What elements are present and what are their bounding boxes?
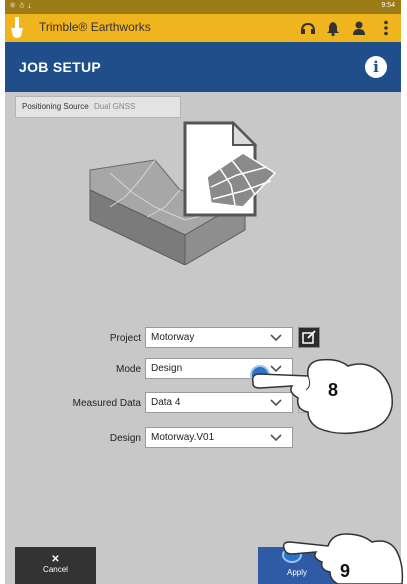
status-icons: ⚛☃↓ [9,1,34,10]
measured-data-label: Measured Data [72,398,141,409]
positioning-source-label: Positioning Source [22,102,89,111]
user-icon[interactable] [350,19,368,37]
measured-data-value: Data 4 [151,397,181,408]
shovel-logo-icon [11,17,23,38]
status-bar: ⚛☃↓ 9:54 [5,0,401,14]
page-header: JOB SETUP i [5,42,401,92]
step-9-label: 9 [340,561,351,581]
app-screen: ⚛☃↓ 9:54 Trimble® Earthworks JOB SETUP i… [5,0,401,584]
status-time: 9:54 [381,2,395,9]
mode-label: Mode [115,364,141,375]
page-title: JOB SETUP [19,59,102,75]
positioning-source-value: Dual GNSS [93,102,136,111]
app-title: Trimble® Earthworks [39,20,151,34]
cancel-button[interactable]: ✕ Cancel [15,547,96,584]
cancel-label: Cancel [43,565,68,574]
project-value: Motorway [151,332,195,343]
design-label: Design [109,433,141,444]
step-8-label: 8 [328,380,339,400]
kebab-menu-icon[interactable] [377,19,395,37]
chevron-down-icon [270,334,282,342]
design-value: Motorway.V01 [151,432,215,443]
bell-icon[interactable] [324,19,342,37]
close-icon: ✕ [51,554,60,565]
edit-project-button[interactable] [298,327,320,348]
mode-value: Design [151,363,183,374]
headset-icon[interactable] [299,19,317,37]
app-bar: Trimble® Earthworks [5,14,401,42]
project-label: Project [109,333,141,344]
edit-icon [302,330,316,344]
job-setup-illustration [89,120,277,265]
project-select[interactable]: Motorway [145,327,293,348]
pointing-hand-icon [251,358,393,435]
info-icon[interactable]: i [365,56,387,78]
